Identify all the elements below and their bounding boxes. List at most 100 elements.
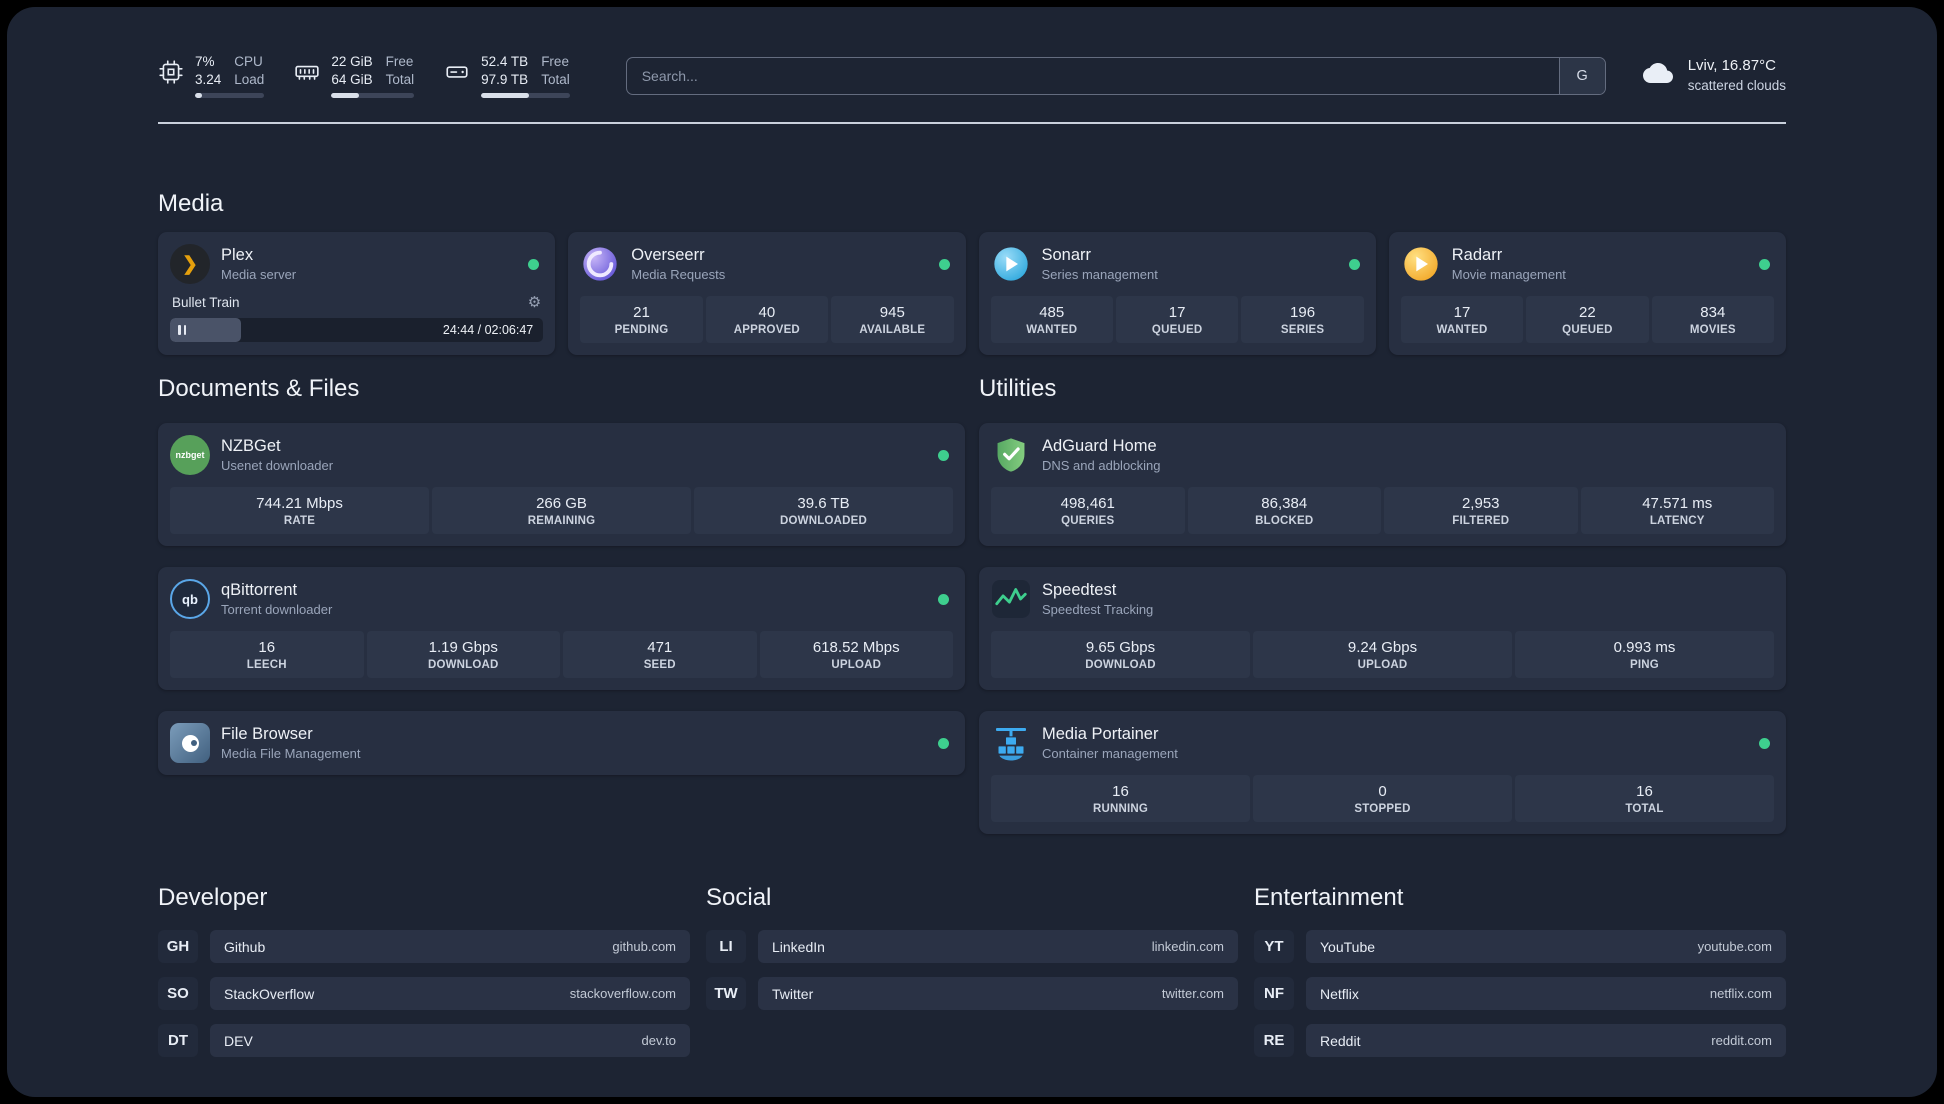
app-title-group: qBittorrent Torrent downloader bbox=[221, 581, 927, 617]
cpu-widget-body: 7% 3.24 CPU Load bbox=[195, 53, 265, 99]
topbar-divider bbox=[158, 122, 1786, 125]
stat-value: 266 GB bbox=[536, 495, 587, 513]
stats-row: 744.21 Mbps RATE 266 GB REMAINING 39.6 T… bbox=[170, 487, 953, 535]
app-subtitle: Series management bbox=[1041, 267, 1158, 283]
app-card-nzbget[interactable]: nzbget NZBGet Usenet downloader 744.21 M… bbox=[158, 423, 965, 547]
app-card-qbittorrent[interactable]: qb qBittorrent Torrent downloader 16 LEE… bbox=[158, 567, 965, 691]
app-card-overseerr[interactable]: Overseerr Media Requests 21 PENDING 40 A… bbox=[568, 232, 966, 356]
playback-progress-bar[interactable]: 24:44 / 02:06:47 bbox=[170, 318, 544, 343]
stat-approved: 40 APPROVED bbox=[705, 296, 829, 344]
app-card-sonarr[interactable]: Sonarr Series management 485 WANTED 17 Q… bbox=[978, 232, 1376, 356]
stats-row: 16 LEECH 1.19 Gbps DOWNLOAD 471 SEED 618… bbox=[170, 631, 953, 679]
bookmark-link-dev[interactable]: DEV dev.to bbox=[210, 1024, 690, 1058]
stat-label: BLOCKED bbox=[1255, 515, 1314, 528]
disk-free-value: 52.4 TB bbox=[481, 54, 529, 69]
app-name: NZBGet bbox=[221, 437, 281, 456]
cpu-usage-value: 7% bbox=[195, 54, 215, 69]
hard-drive-icon bbox=[444, 59, 470, 85]
gear-icon[interactable]: ⚙ bbox=[528, 293, 541, 311]
section-developer: Developer GH Github github.com SO StackO… bbox=[158, 884, 690, 1071]
sonarr-icon bbox=[991, 244, 1031, 284]
app-card-filebrowser[interactable]: File Browser Media File Management bbox=[158, 711, 965, 776]
filebrowser-icon bbox=[170, 723, 210, 764]
ram-widget-body: 22 GiB 64 GiB Free Total bbox=[331, 53, 415, 99]
card-header: Overseerr Media Requests bbox=[580, 244, 953, 284]
bookmark-url: dev.to bbox=[641, 1033, 676, 1049]
weather-text: Lviv, 16.87°C scattered clouds bbox=[1688, 56, 1786, 94]
app-title-group: Overseerr Media Requests bbox=[631, 246, 927, 282]
reddit-abbr-icon: RE bbox=[1254, 1024, 1294, 1058]
app-subtitle: Speedtest Tracking bbox=[1042, 602, 1154, 618]
stat-upload: 9.24 Gbps UPLOAD bbox=[1253, 631, 1512, 679]
stat-value: 2,953 bbox=[1461, 495, 1500, 513]
memory-icon bbox=[294, 59, 320, 85]
bookmark-link-netflix[interactable]: Netflix netflix.com bbox=[1306, 977, 1786, 1011]
status-dot bbox=[938, 737, 949, 749]
stats-row: 498,461 QUERIES 86,384 BLOCKED 2,953 FIL… bbox=[991, 487, 1774, 535]
stat-label: UPLOAD bbox=[1357, 659, 1408, 672]
bookmark-link-youtube[interactable]: YouTube youtube.com bbox=[1306, 930, 1786, 964]
cpu-load-value: 3.24 bbox=[195, 71, 222, 87]
section-utilities: Utilities AdGuard Home DNS and adblockin… bbox=[979, 375, 1786, 835]
search-input[interactable] bbox=[626, 57, 1559, 94]
bookmark-link-github[interactable]: Github github.com bbox=[210, 930, 690, 964]
card-header: qb qBittorrent Torrent downloader bbox=[170, 579, 953, 620]
bookmark-link-linkedin[interactable]: LinkedIn linkedin.com bbox=[758, 930, 1238, 964]
bookmark-link-twitter[interactable]: Twitter twitter.com bbox=[758, 977, 1238, 1011]
stat-value: 17 bbox=[1168, 304, 1186, 322]
stat-wanted: 485 WANTED bbox=[990, 296, 1113, 344]
stat-total: 16 TOTAL bbox=[1515, 775, 1774, 823]
ram-free-value: 22 GiB bbox=[331, 54, 373, 69]
ram-free-label: Free bbox=[385, 54, 414, 69]
stats-row: 17 WANTED 22 QUEUED 834 MOVIES bbox=[1400, 296, 1775, 344]
stat-label: SERIES bbox=[1280, 324, 1325, 337]
stat-label: DOWNLOAD bbox=[1085, 659, 1156, 672]
stat-label: WANTED bbox=[1026, 324, 1078, 337]
bookmark-row-stackoverflow: SO StackOverflow stackoverflow.com bbox=[158, 977, 690, 1011]
stat-value: 0 bbox=[1378, 783, 1387, 801]
bookmark-url: youtube.com bbox=[1697, 939, 1772, 955]
stat-value: 22 bbox=[1579, 304, 1596, 322]
app-card-plex[interactable]: ❯ Plex Media server Bullet Train ⚙ 24:44… bbox=[158, 232, 556, 356]
section-title-utilities: Utilities bbox=[979, 375, 1057, 403]
stat-label: LATENCY bbox=[1649, 515, 1705, 528]
bookmark-row-youtube: YT YouTube youtube.com bbox=[1254, 930, 1786, 964]
app-card-adguard[interactable]: AdGuard Home DNS and adblocking 498,461 … bbox=[979, 423, 1786, 547]
bookmark-link-stackoverflow[interactable]: StackOverflow stackoverflow.com bbox=[210, 977, 690, 1011]
app-subtitle: Media Requests bbox=[631, 267, 726, 283]
section-title-entertainment: Entertainment bbox=[1254, 884, 1404, 912]
stat-value: 16 bbox=[258, 639, 276, 657]
app-card-radarr[interactable]: Radarr Movie management 17 WANTED 22 QUE… bbox=[1388, 232, 1786, 356]
app-name: qBittorrent bbox=[221, 581, 298, 600]
stats-row: 9.65 Gbps DOWNLOAD 9.24 Gbps UPLOAD 0.99… bbox=[991, 631, 1774, 679]
weather-widget: Lviv, 16.87°C scattered clouds bbox=[1640, 56, 1786, 94]
app-card-speedtest[interactable]: Speedtest Speedtest Tracking 9.65 Gbps D… bbox=[979, 567, 1786, 691]
stats-row: 485 WANTED 17 QUEUED 196 SERIES bbox=[990, 296, 1364, 344]
stat-leech: 16 LEECH bbox=[170, 631, 364, 679]
stat-label: TOTAL bbox=[1625, 803, 1664, 816]
bookmark-link-reddit[interactable]: Reddit reddit.com bbox=[1306, 1024, 1786, 1058]
dashboard-content: 7% 3.24 CPU Load 22 GiB 64 GiB Free Tota… bbox=[158, 7, 1786, 1071]
app-card-portainer[interactable]: Media Portainer Container management 16 … bbox=[979, 711, 1786, 835]
youtube-abbr-icon: YT bbox=[1254, 930, 1294, 964]
status-dot bbox=[1759, 258, 1770, 270]
app-name: Overseerr bbox=[631, 246, 705, 265]
cpu-load-label: Load bbox=[234, 71, 265, 87]
pause-icon[interactable] bbox=[178, 325, 186, 336]
app-title-group: NZBGet Usenet downloader bbox=[221, 437, 927, 473]
stat-label: QUEUED bbox=[1562, 324, 1613, 337]
search-engine-button[interactable]: G bbox=[1558, 57, 1605, 94]
bookmark-row-reddit: RE Reddit reddit.com bbox=[1254, 1024, 1786, 1058]
app-title-group: Speedtest Speedtest Tracking bbox=[1042, 581, 1774, 617]
app-subtitle: Movie management bbox=[1451, 267, 1566, 283]
ram-total-value: 64 GiB bbox=[331, 71, 373, 87]
stat-value: 744.21 Mbps bbox=[256, 495, 343, 513]
stat-label: APPROVED bbox=[733, 324, 800, 337]
bookmark-name: StackOverflow bbox=[224, 985, 315, 1002]
qbittorrent-icon: qb bbox=[170, 579, 210, 620]
bookmark-url: github.com bbox=[612, 939, 676, 955]
stat-value: 945 bbox=[879, 304, 905, 322]
app-title-group: AdGuard Home DNS and adblocking bbox=[1042, 437, 1774, 473]
card-header: Media Portainer Container management bbox=[991, 723, 1774, 763]
stat-download: 1.19 Gbps DOWNLOAD bbox=[366, 631, 560, 679]
